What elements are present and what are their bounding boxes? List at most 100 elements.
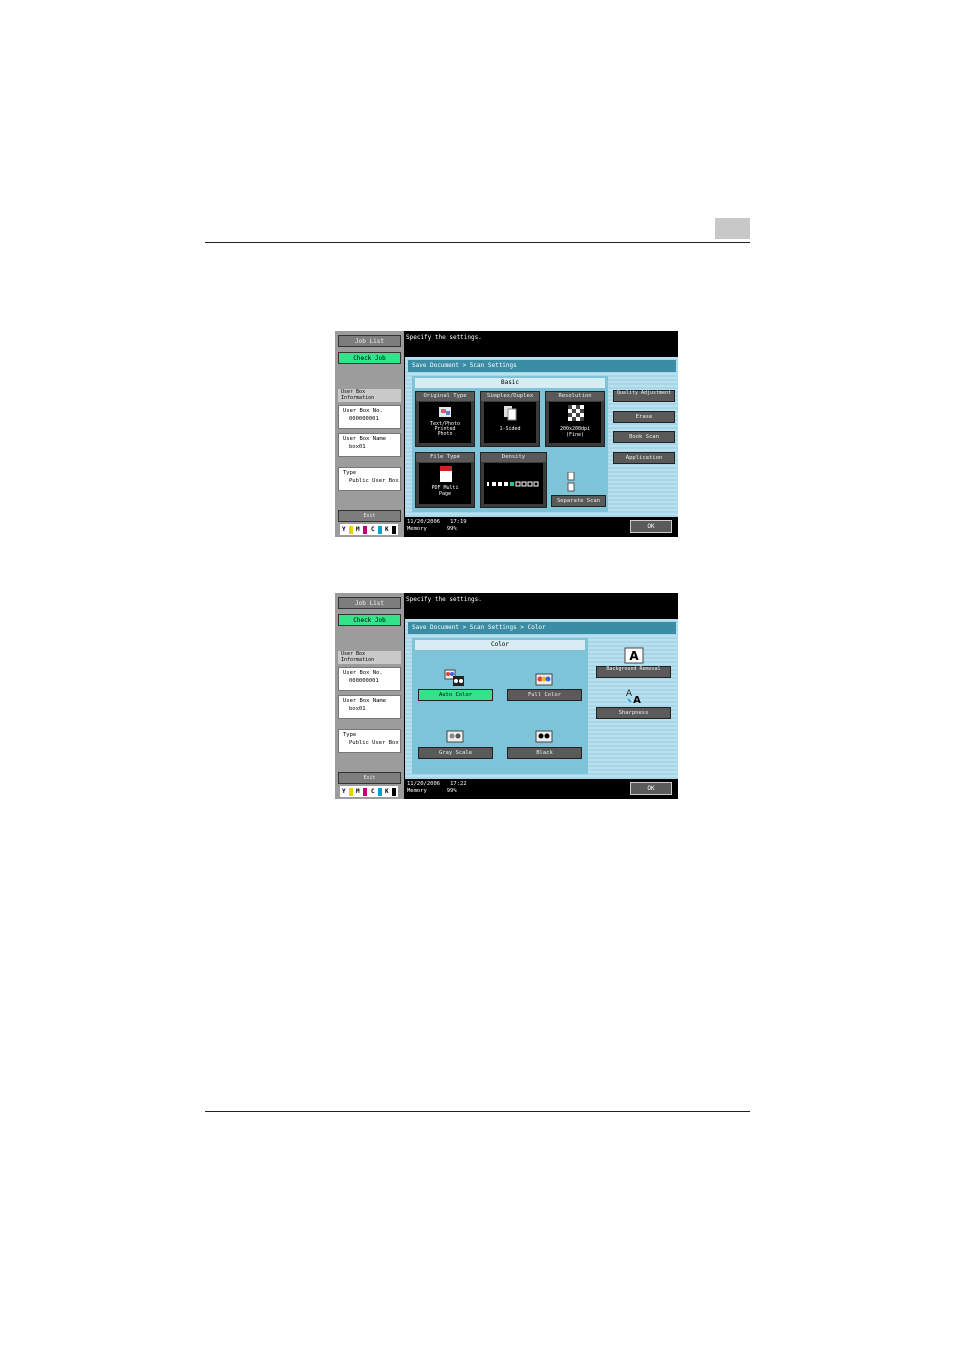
simplex-duplex-tile[interactable]: Simplex/Duplex 1-Sided: [480, 391, 540, 447]
file-type-title: File Type: [416, 453, 474, 462]
color-settings-screen: Job List Check Job User Box Information …: [335, 593, 678, 799]
toner-bar-k: [392, 526, 396, 534]
gray-scale-icon: [446, 730, 464, 743]
file-type-tile[interactable]: File Type PDF Multi Page: [415, 452, 475, 508]
book-scan-button[interactable]: Book Scan: [613, 431, 675, 443]
toner-label-y: Y: [342, 788, 346, 795]
background-removal-button[interactable]: Background Removal: [596, 666, 671, 678]
type-label: Type: [343, 470, 357, 476]
user-box-name-label: User Box Name: [343, 698, 387, 704]
status-bar: 11/20/2006 17:22 Memory 99%: [405, 779, 625, 799]
left-panel: Job List Check Job User Box Information …: [335, 331, 404, 537]
toner-bar-m: [363, 526, 367, 534]
status-time: 17:22: [450, 781, 467, 787]
svg-text:A: A: [633, 695, 641, 704]
user-box-name-value: box01: [349, 444, 366, 450]
toner-label-k: K: [385, 526, 389, 533]
original-type-value: Text/Photo Printed Photo: [429, 421, 461, 437]
toner-indicator: Y M C K: [340, 524, 398, 535]
color-group-title: Color: [415, 640, 585, 650]
header-rule: [205, 242, 750, 243]
density-title: Density: [481, 453, 546, 462]
user-box-no-value: 000000001: [349, 678, 379, 684]
sharpness-button[interactable]: Sharpness: [596, 707, 671, 719]
type-card: Type Public User Box: [338, 467, 401, 491]
resolution-tile[interactable]: Resolution 200x200dpi (Fine): [545, 391, 605, 447]
footer-rule: [205, 1111, 750, 1112]
black-button[interactable]: Black: [507, 747, 582, 759]
user-box-info-header: User Box Information: [338, 389, 401, 402]
memory-value: 99%: [446, 526, 457, 532]
type-card: Type Public User Box: [338, 729, 401, 753]
breadcrumb: Save Document > Scan Settings: [408, 360, 676, 372]
job-list-button[interactable]: Job List: [338, 597, 401, 609]
user-box-no-label: User Box No.: [343, 408, 383, 414]
toner-indicator: Y M C K: [340, 786, 398, 797]
toner-label-m: M: [356, 526, 360, 533]
user-box-name-card: User Box Name box01: [338, 695, 401, 719]
toner-bar-c: [378, 526, 382, 534]
black-icon: [535, 730, 553, 743]
memory-label: Memory: [407, 526, 427, 532]
type-value: Public User Box: [349, 740, 399, 746]
toner-bar-y: [349, 788, 353, 796]
user-box-name-value: box01: [349, 706, 366, 712]
user-box-info-header: User Box Information: [338, 651, 401, 664]
auto-color-icon: [444, 669, 464, 686]
memory-label: Memory: [407, 788, 427, 794]
separate-scan-button[interactable]: Separate Scan: [551, 495, 606, 507]
density-scale-icon: [487, 481, 539, 487]
user-box-no-card: User Box No. 000000001: [338, 667, 401, 691]
user-box-name-label: User Box Name: [343, 436, 387, 442]
toner-label-c: C: [371, 526, 375, 533]
full-color-icon: [535, 673, 553, 686]
application-button[interactable]: Application: [613, 452, 675, 464]
svg-text:A: A: [626, 689, 633, 699]
ok-button[interactable]: OK: [630, 520, 672, 533]
toner-bar-c: [378, 788, 382, 796]
prompt-message: Specify the settings.: [406, 596, 482, 603]
original-type-title: Original Type: [416, 392, 474, 401]
resolution-title: Resolution: [546, 392, 604, 401]
basic-group-title: Basic: [415, 378, 605, 388]
user-box-name-card: User Box Name box01: [338, 433, 401, 457]
gray-scale-button[interactable]: Gray Scale: [418, 747, 493, 759]
erase-button[interactable]: Erase: [613, 411, 675, 423]
type-label: Type: [343, 732, 357, 738]
status-time: 17:19: [450, 519, 467, 525]
scan-settings-screen: Job List Check Job User Box Information …: [335, 331, 678, 537]
breadcrumb: Save Document > Scan Settings > Color: [408, 622, 676, 634]
exit-button[interactable]: Exit: [338, 772, 401, 784]
toner-bar-m: [363, 788, 367, 796]
user-box-no-value: 000000001: [349, 416, 379, 422]
exit-button[interactable]: Exit: [338, 510, 401, 522]
toner-bar-k: [392, 788, 396, 796]
auto-color-button[interactable]: Auto Color: [418, 689, 493, 701]
status-date: 11/20/2006: [407, 781, 441, 787]
full-color-button[interactable]: Full Color: [507, 689, 582, 701]
sharpness-icon: A A: [626, 689, 641, 704]
user-box-no-card: User Box No. 000000001: [338, 405, 401, 429]
resolution-icon: [568, 405, 584, 421]
background-removal-icon: A: [624, 647, 644, 664]
toner-label-c: C: [371, 788, 375, 795]
pdf-file-icon: [440, 466, 452, 482]
chapter-tab-box: [715, 218, 750, 239]
original-type-tile[interactable]: Original Type Text/Photo Printed Photo: [415, 391, 475, 447]
job-list-button[interactable]: Job List: [338, 335, 401, 347]
user-box-no-label: User Box No.: [343, 670, 383, 676]
ok-button[interactable]: OK: [630, 782, 672, 795]
check-job-button[interactable]: Check Job: [338, 352, 401, 364]
toner-label-y: Y: [342, 526, 346, 533]
toner-label-m: M: [356, 788, 360, 795]
prompt-message: Specify the settings.: [406, 334, 482, 341]
status-bar: 11/20/2006 17:19 Memory 99%: [405, 517, 625, 537]
original-type-icon: [439, 407, 451, 417]
svg-text:A: A: [629, 649, 639, 663]
quality-adjustment-button[interactable]: Quality Adjustment: [613, 390, 675, 402]
check-job-button[interactable]: Check Job: [338, 614, 401, 626]
density-tile[interactable]: Density: [480, 452, 547, 508]
memory-value: 99%: [446, 788, 457, 794]
type-value: Public User Box: [349, 478, 399, 484]
simplex-duplex-value: 1-Sided: [499, 426, 521, 432]
